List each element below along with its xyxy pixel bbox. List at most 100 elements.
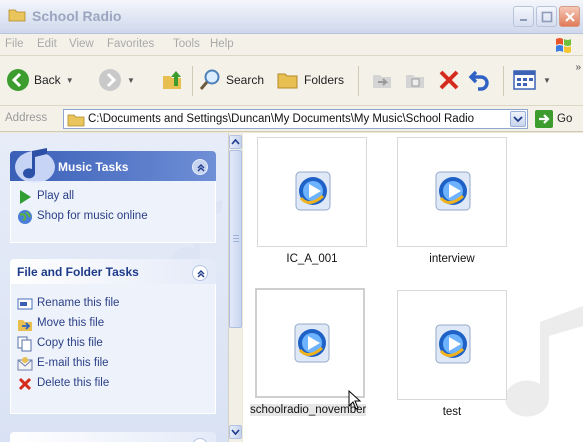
- menu-file[interactable]: File: [5, 38, 24, 50]
- separator: [192, 66, 193, 96]
- task-move[interactable]: Move this file: [11, 314, 215, 334]
- folders-button[interactable]: Folders: [276, 63, 344, 97]
- chevron-down-icon: [513, 116, 523, 123]
- forward-arrow-icon: [99, 69, 121, 91]
- toolbar-overflow-icon[interactable]: »: [575, 62, 581, 73]
- back-button[interactable]: Back ▼: [6, 63, 74, 97]
- menu-favorites[interactable]: Favorites: [107, 38, 154, 50]
- up-folder-icon: [163, 71, 181, 89]
- music-tasks-header[interactable]: Music Tasks: [10, 148, 216, 183]
- scroll-grip: [233, 235, 239, 236]
- expand-button[interactable]: [192, 438, 208, 442]
- task-play-all[interactable]: Play all: [11, 187, 215, 207]
- minimize-icon: [520, 19, 527, 21]
- menu-edit[interactable]: Edit: [37, 38, 57, 50]
- title-bar: School Radio: [0, 0, 583, 34]
- maximize-icon: [541, 11, 553, 23]
- scroll-down-button[interactable]: [229, 425, 242, 439]
- task-pane-scrollbar[interactable]: [228, 133, 242, 442]
- file-tasks-body: Rename this file Move this file Copy thi…: [10, 284, 216, 414]
- file-name[interactable]: test: [397, 406, 507, 418]
- delete-button[interactable]: [437, 63, 461, 97]
- address-input[interactable]: C:\Documents and Settings\Duncan\My Docu…: [63, 109, 528, 129]
- minimize-button[interactable]: [513, 6, 534, 27]
- task-label: Delete this file: [37, 377, 110, 389]
- file-thumbnail[interactable]: [257, 137, 367, 247]
- music-tasks-body: Play all Shop for music online: [10, 181, 216, 243]
- file-thumbnail[interactable]: [397, 290, 507, 400]
- chevron-down-icon[interactable]: ▼: [127, 76, 135, 85]
- task-rename[interactable]: Rename this file: [11, 294, 215, 314]
- move-to-icon: [373, 75, 391, 88]
- chevron-down-icon[interactable]: ▼: [66, 76, 74, 85]
- address-bar: Address C:\Documents and Settings\Duncan…: [0, 106, 583, 132]
- file-thumbnail[interactable]: [255, 288, 365, 398]
- toolbar: Back ▼ ▼ Search Folders ▼ »: [0, 56, 583, 106]
- back-arrow-icon: [7, 69, 29, 91]
- file-tasks-header[interactable]: File and Folder Tasks: [10, 259, 216, 284]
- go-label: Go: [557, 113, 573, 125]
- scroll-thumb[interactable]: [229, 150, 242, 328]
- forward-button[interactable]: ▼: [98, 63, 135, 97]
- window-title: School Radio: [32, 8, 122, 24]
- task-label: Shop for music online: [37, 210, 148, 222]
- chevron-down-icon[interactable]: ▼: [543, 76, 551, 85]
- address-dropdown-button[interactable]: [510, 111, 526, 127]
- file-name[interactable]: IC_A_001: [257, 253, 367, 265]
- chevron-down-icon: [231, 429, 240, 436]
- delete-icon: [18, 377, 32, 391]
- file-thumbnail[interactable]: [397, 137, 507, 247]
- up-folder-button[interactable]: [160, 63, 184, 97]
- details-panel: [10, 432, 216, 442]
- scroll-grip: [233, 238, 239, 239]
- back-label: Back: [34, 73, 61, 87]
- task-email[interactable]: E-mail this file: [11, 354, 215, 374]
- chevron-up-icon: [197, 270, 205, 278]
- search-button[interactable]: Search: [198, 63, 264, 97]
- folder-icon: [67, 114, 85, 127]
- task-label: Move this file: [37, 317, 105, 329]
- media-file-icon: [435, 324, 471, 364]
- chevron-up-icon: [231, 138, 240, 145]
- maximize-button[interactable]: [536, 6, 557, 27]
- media-file-icon: [435, 171, 471, 211]
- task-label: Play all: [37, 190, 75, 202]
- task-shop-music[interactable]: Shop for music online: [11, 207, 215, 227]
- close-button[interactable]: [559, 6, 580, 27]
- address-path: C:\Documents and Settings\Duncan\My Docu…: [88, 113, 475, 125]
- address-label: Address: [5, 112, 48, 124]
- details-header[interactable]: [10, 432, 216, 442]
- search-label: Search: [226, 73, 265, 87]
- task-delete[interactable]: Delete this file: [11, 374, 215, 394]
- collapse-button[interactable]: [192, 159, 208, 175]
- menu-help[interactable]: Help: [210, 38, 234, 50]
- file-tasks-panel: File and Folder Tasks Rename this file M…: [10, 259, 216, 414]
- menu-bar: File Edit View Favorites Tools Help: [0, 34, 583, 56]
- separator: [503, 66, 504, 96]
- file-tasks-title: File and Folder Tasks: [17, 265, 139, 279]
- copy-to-button[interactable]: [403, 63, 427, 97]
- task-label: Copy this file: [37, 337, 103, 349]
- undo-button[interactable]: [468, 63, 492, 97]
- undo-icon: [468, 70, 489, 91]
- chevron-up-icon: [197, 164, 205, 172]
- search-icon: [199, 69, 220, 90]
- task-label: E-mail this file: [37, 357, 109, 369]
- collapse-button[interactable]: [192, 265, 208, 281]
- go-button[interactable]: Go: [535, 110, 572, 128]
- file-name[interactable]: interview: [397, 253, 507, 265]
- menu-tools[interactable]: Tools: [173, 38, 200, 50]
- music-tasks-panel: Music Tasks Play all Shop for music onli…: [10, 148, 216, 243]
- globe-icon: [18, 210, 32, 224]
- copy-icon: [17, 336, 32, 352]
- menu-view[interactable]: View: [69, 38, 94, 50]
- scroll-up-button[interactable]: [229, 135, 242, 149]
- rename-icon: [17, 298, 33, 310]
- move-to-button[interactable]: [370, 63, 394, 97]
- views-icon: [513, 70, 536, 90]
- mouse-cursor-icon: [348, 390, 362, 410]
- task-copy[interactable]: Copy this file: [11, 334, 215, 354]
- email-icon: [17, 357, 33, 371]
- go-arrow-icon: [535, 110, 553, 128]
- views-button[interactable]: ▼: [512, 63, 551, 97]
